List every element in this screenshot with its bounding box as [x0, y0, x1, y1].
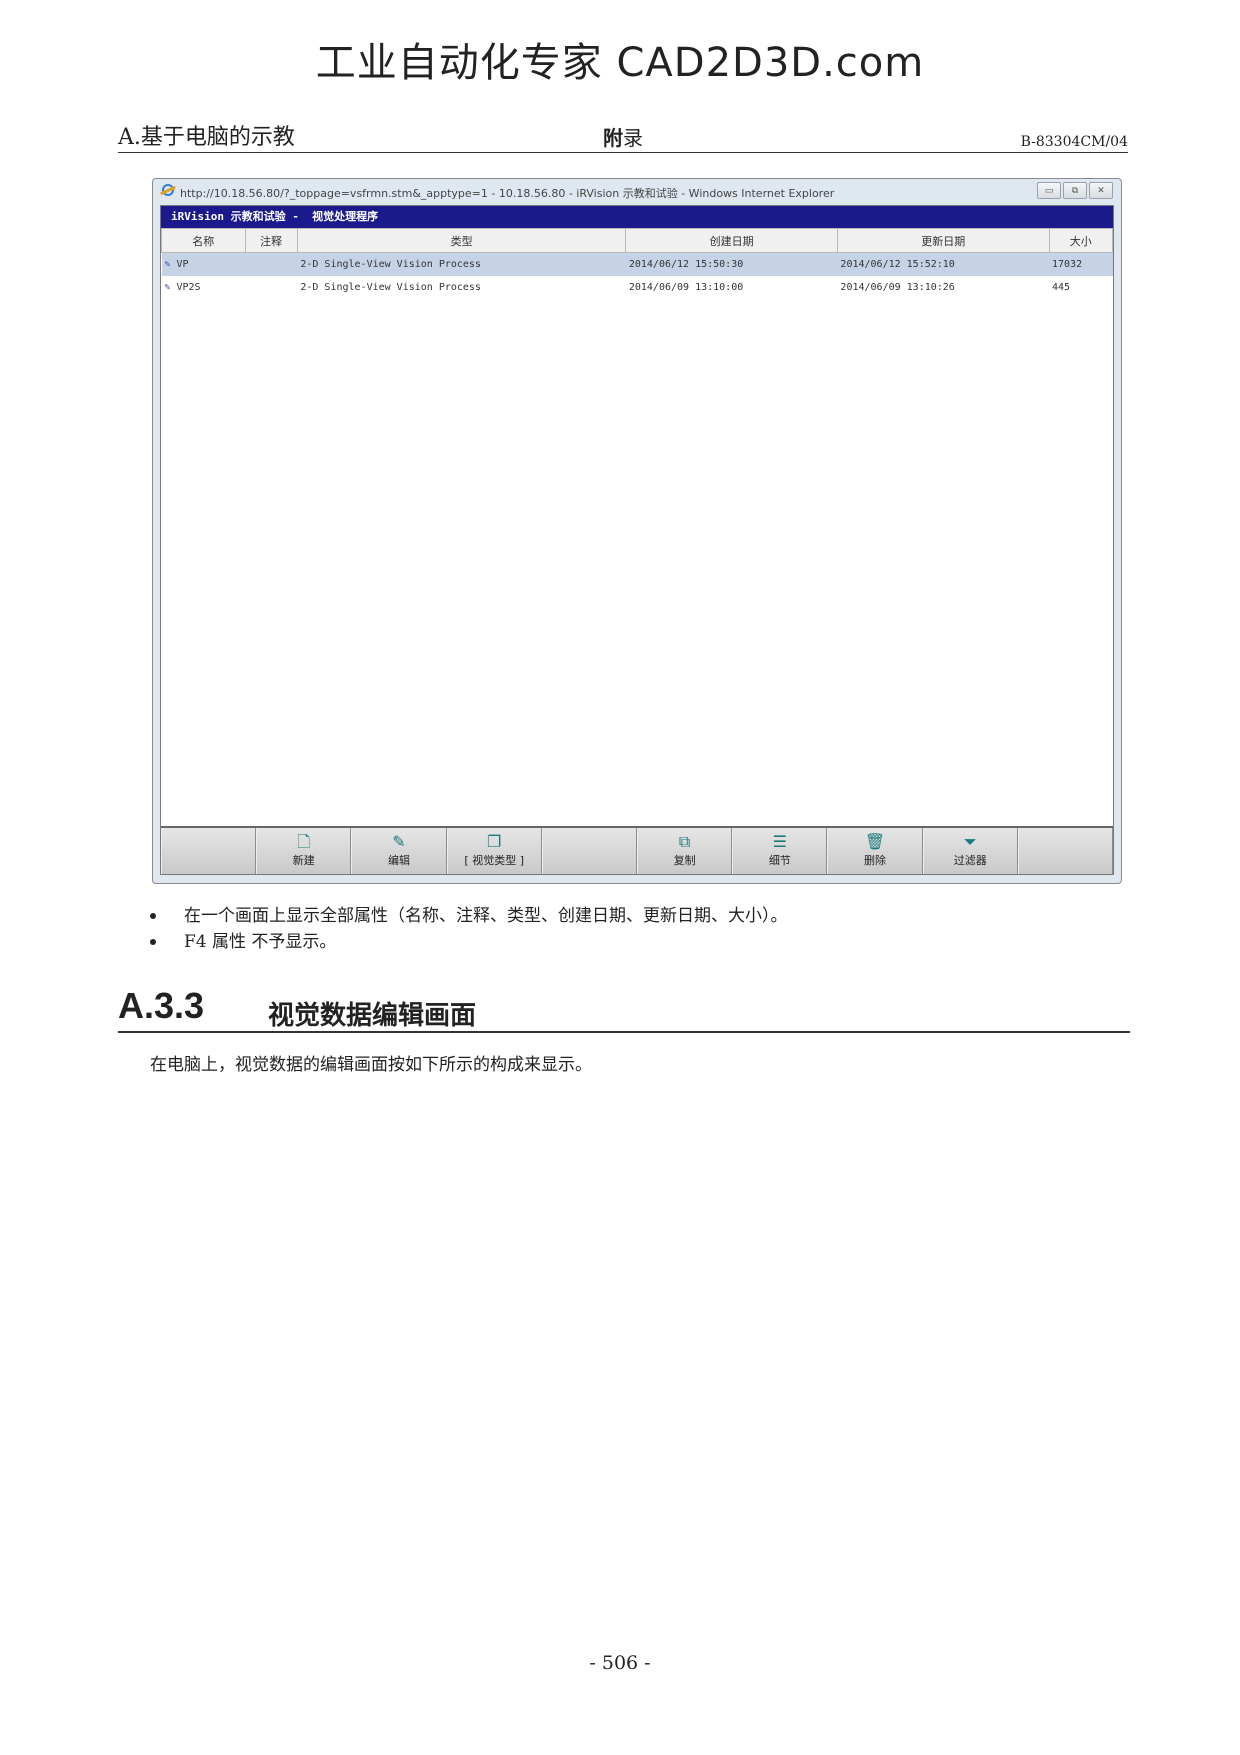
vision-process-icon: ✎ [164, 259, 171, 270]
delete-label: 删除 [864, 854, 887, 867]
list-item: 在一个画面上显示全部属性（名称、注释、类型、创建日期、更新日期、大小）。 [150, 903, 788, 929]
detail-icon: ☰ [772, 832, 787, 851]
row-name: VP [176, 259, 189, 270]
delete-button[interactable]: 🗑 删除 [827, 828, 923, 874]
detail-button[interactable]: ☰ 细节 [732, 828, 828, 874]
ie-icon [162, 184, 174, 196]
section-heading: A.3.3 视觉数据编辑画面 [118, 985, 1130, 1033]
cell-comment [245, 252, 298, 276]
fkey-5-button[interactable] [541, 828, 638, 874]
section-title: 视觉数据编辑画面 [268, 1001, 477, 1031]
browser-window-screenshot: http://10.18.56.80/?_toppage=vsfrmn.stm&… [152, 178, 1122, 884]
filter-button[interactable]: ⏷ 过滤器 [922, 828, 1018, 874]
cell-type: 2-D Single-View Vision Process [300, 282, 481, 293]
edit-button[interactable]: ✎ 编辑 [351, 828, 447, 874]
cell-size: 17032 [1049, 252, 1113, 276]
app-content: iRVision 示教和试验 - 视觉处理程序 名称 注释 类型 创建日期 更新… [160, 205, 1114, 875]
cell-created: 2014/06/09 13:10:00 [628, 282, 744, 293]
watermark: 工业自动化专家 CAD2D3D.com [315, 40, 925, 86]
cell-updated: 2014/06/12 15:52:10 [837, 252, 1049, 276]
header-appendix-bold: 附 [603, 126, 623, 150]
vision-type-button[interactable]: ❐ [ 视觉类型 ] [446, 828, 542, 874]
vision-process-icon: ✎ [164, 282, 171, 293]
column-header-created[interactable]: 创建日期 [625, 228, 838, 253]
row-name: VP2S [176, 282, 201, 293]
app-title-bar: iRVision 示教和试验 - 视觉处理程序 [161, 206, 1113, 228]
column-header-type[interactable]: 类型 [296, 228, 627, 253]
edit-label: 编辑 [388, 854, 410, 867]
vision-process-table: 名称 注释 类型 创建日期 更新日期 大小 ✎ VP 2-D Single-Vie… [161, 228, 1113, 299]
copy-label: 复制 [673, 854, 696, 867]
edit-icon: ✎ [392, 832, 406, 851]
new-button[interactable]: 🗋 新建 [256, 828, 352, 874]
function-key-bar: 🗋 新建 ✎ 编辑 ❐ [ 视觉类型 ] ⧉ 复制 ☰ 细节 🗑 删除 ⏷ 过滤器 [161, 826, 1114, 874]
vision-type-icon: ❐ [487, 832, 502, 851]
header-chapter: A.基于电脑的示教 [118, 125, 295, 150]
restore-button[interactable]: ⧉ [1063, 182, 1087, 199]
header-doc-code: B-83304CM/04 [1020, 134, 1128, 150]
copy-icon: ⧉ [678, 832, 691, 851]
table-row[interactable]: ✎ VP 2-D Single-View Vision Process 2014/… [161, 252, 1113, 276]
fkey-10-button[interactable] [1017, 828, 1114, 874]
cell-comment [245, 276, 297, 299]
header-appendix-rest: 录 [623, 126, 643, 150]
cell-created: 2014/06/12 15:50:30 [625, 252, 838, 276]
column-header-comment[interactable]: 注释 [244, 228, 298, 253]
window-title: http://10.18.56.80/?_toppage=vsfrmn.stm&… [180, 187, 835, 200]
filter-icon: ⏷ [963, 832, 977, 851]
section-number: A.3.3 [118, 985, 205, 1026]
detail-label: 细节 [768, 854, 791, 867]
new-label: 新建 [292, 854, 315, 867]
list-item: F4 属性 不予显示。 [150, 929, 788, 955]
column-header-name[interactable]: 名称 [161, 228, 246, 253]
page-header: A.基于电脑的示教 附录 B-83304CM/04 [118, 122, 1128, 153]
fkey-1-button[interactable] [161, 828, 257, 874]
window-titlebar: http://10.18.56.80/?_toppage=vsfrmn.stm&… [153, 179, 1121, 203]
column-header-size[interactable]: 大小 [1048, 228, 1113, 253]
header-appendix: 附录 [603, 122, 643, 151]
table-header-row: 名称 注释 类型 创建日期 更新日期 大小 [161, 228, 1113, 253]
new-icon: 🗋 [297, 832, 311, 851]
window-controls: ▭ ⧉ ✕ [1037, 182, 1113, 199]
column-header-updated[interactable]: 更新日期 [836, 228, 1050, 253]
bullet-list: 在一个画面上显示全部属性（名称、注释、类型、创建日期、更新日期、大小）。 F4 … [150, 903, 788, 955]
filter-label: 过滤器 [953, 854, 987, 867]
copy-button[interactable]: ⧉ 复制 [637, 828, 733, 874]
minimize-button[interactable]: ▭ [1037, 182, 1061, 199]
close-button[interactable]: ✕ [1089, 182, 1113, 199]
cell-updated: 2014/06/09 13:10:26 [840, 282, 955, 293]
table-row[interactable]: ✎ VP2S 2-D Single-View Vision Process 201… [162, 276, 1113, 299]
cell-type: 2-D Single-View Vision Process [297, 252, 626, 276]
cell-size: 445 [1052, 282, 1071, 293]
cell-name: ✎ VP2S [162, 276, 246, 299]
vision-type-label: [ 视觉类型 ] [464, 854, 524, 867]
cell-name: ✎ VP [161, 252, 246, 276]
page-number: - 506 - [589, 1652, 651, 1674]
delete-icon: 🗑 [864, 832, 886, 851]
body-paragraph: 在电脑上，视觉数据的编辑画面按如下所示的构成来显示。 [150, 1055, 592, 1075]
